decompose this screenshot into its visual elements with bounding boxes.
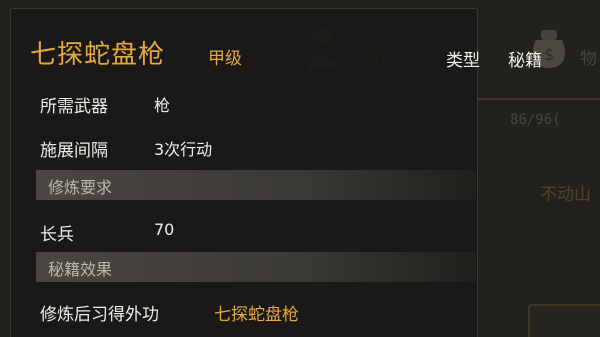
section-title: 修炼要求 (48, 178, 113, 197)
section-header-requirements: 修炼要求 (36, 170, 476, 200)
requirement-label: 长兵 (40, 225, 74, 245)
type-label: 类型 (446, 51, 480, 71)
svg-text:$: $ (544, 45, 554, 64)
required-weapon-label: 所需武器 (40, 97, 108, 117)
effect-value: 七探蛇盘枪 (214, 305, 299, 325)
skill-title: 七探蛇盘枪 (30, 40, 166, 70)
divider (478, 98, 600, 100)
skill-grade: 甲级 (208, 49, 242, 69)
tab-items[interactable]: 物 (580, 44, 597, 69)
type-value: 秘籍 (508, 51, 542, 71)
item-slot[interactable] (528, 304, 600, 337)
section-header-effects: 秘籍效果 (36, 252, 476, 282)
effect-label: 修炼后习得外功 (40, 305, 159, 325)
section-title: 秘籍效果 (48, 260, 113, 279)
cast-interval-value: 3次行动 (154, 140, 213, 159)
item-count: 86/96( (510, 112, 561, 128)
column-budongshan[interactable]: 不动山 (540, 180, 591, 205)
game-screen: 角色 $ 物 86/96( 兵器 拳脚 真武 不动山 七探蛇盘枪 甲级 类型 秘… (0, 0, 600, 337)
requirement-value: 70 (154, 220, 175, 239)
required-weapon-value: 枪 (154, 96, 171, 115)
cast-interval-label: 施展间隔 (40, 141, 108, 161)
